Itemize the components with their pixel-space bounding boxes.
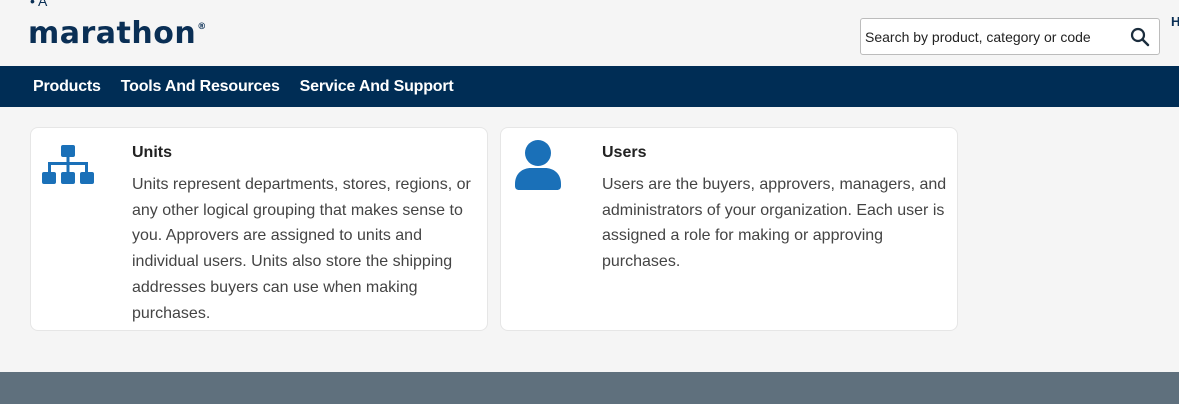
units-card-description: Units represent departments, stores, reg… [132, 176, 471, 322]
header-edge-text[interactable]: H [1171, 14, 1179, 29]
units-card-title: Units [132, 144, 172, 161]
logo-text: marathon [28, 16, 197, 51]
org-chart-icon [42, 145, 94, 192]
top-edge-text: • A [30, 0, 48, 9]
main-nav: Products Tools And Resources Service And… [0, 66, 1179, 107]
nav-item-service-and-support[interactable]: Service And Support [300, 78, 454, 96]
users-card-description: Users are the buyers, approvers, manager… [602, 176, 947, 271]
users-card-title: Users [602, 144, 647, 161]
users-card[interactable]: Users Users are the buyers, approvers, m… [500, 127, 958, 331]
units-card[interactable]: Units Units represent departments, store… [30, 127, 488, 331]
user-icon [515, 140, 561, 197]
page-footer [0, 372, 1179, 404]
nav-item-tools-and-resources[interactable]: Tools And Resources [121, 78, 280, 96]
logo-registered-mark: ® [197, 22, 207, 32]
marathon-logo[interactable]: marathon® [28, 16, 207, 51]
site-header: • A marathon® H [0, 0, 1179, 66]
search-input[interactable] [861, 19, 1121, 54]
search-icon [1130, 27, 1150, 46]
nav-item-products[interactable]: Products [33, 78, 101, 96]
search-button[interactable] [1121, 19, 1159, 54]
search-box [860, 18, 1160, 55]
